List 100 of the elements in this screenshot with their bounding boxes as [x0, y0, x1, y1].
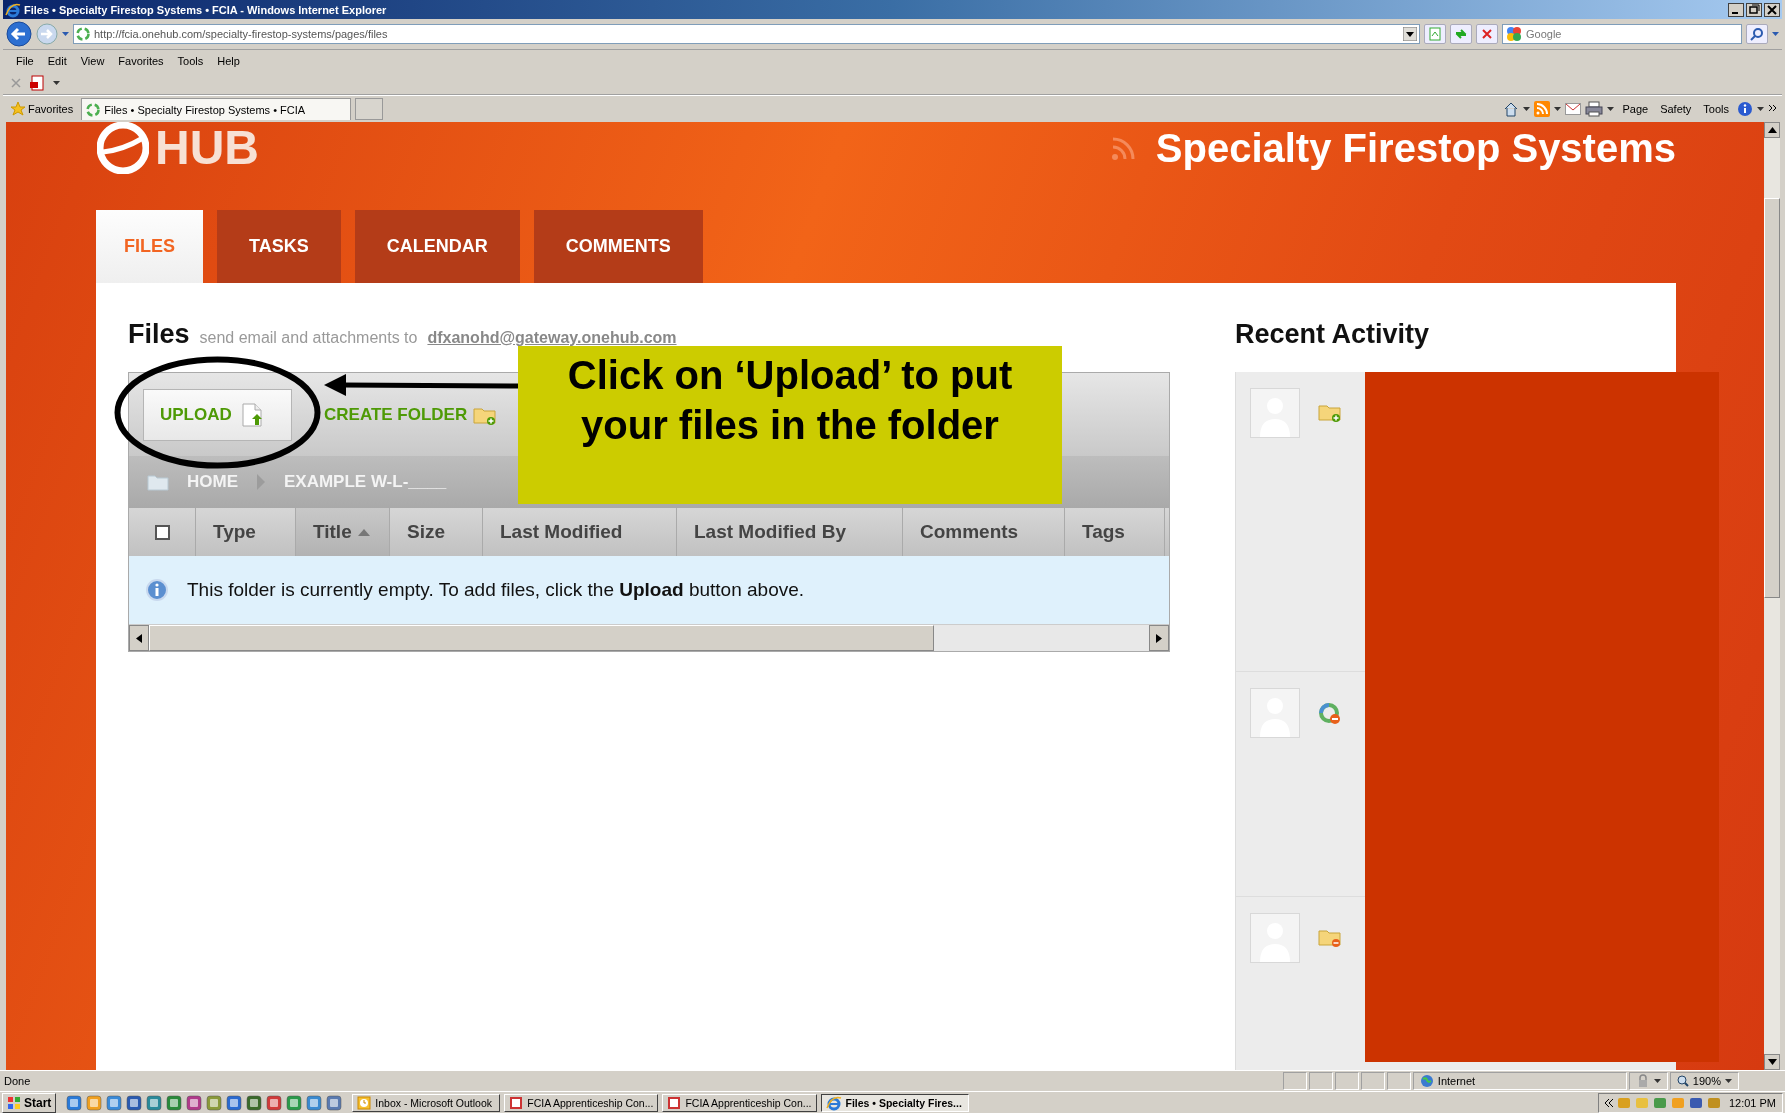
sort-ascending-icon	[357, 528, 370, 536]
help-icon[interactable]	[1737, 101, 1753, 117]
favorites-button[interactable]: Favorites	[7, 100, 78, 118]
taskbar-button[interactable]: FCIA Apprenticeship Con...	[504, 1093, 659, 1112]
search-provider-icon	[1506, 26, 1522, 42]
new-tab-button[interactable]	[355, 98, 384, 120]
zoom-button[interactable]: 190%	[1669, 1072, 1739, 1090]
empty-folder-message: This folder is currently empty. To add files, click the Upload button above.	[187, 579, 805, 601]
menu-item[interactable]: Edit	[40, 53, 74, 69]
program-icon[interactable]	[266, 1094, 283, 1111]
command-menu[interactable]: Tools	[1699, 101, 1733, 117]
program-icon[interactable]	[186, 1094, 203, 1111]
folder-add-icon	[1318, 402, 1342, 422]
program-icon[interactable]	[106, 1094, 123, 1111]
recent-pages-icon	[62, 32, 69, 36]
windows-flag-icon	[7, 1095, 21, 1110]
program-icon[interactable]	[86, 1094, 103, 1111]
clock: 12:01 PM	[1727, 1096, 1776, 1109]
globe-icon	[1419, 1074, 1434, 1088]
browser-icon	[825, 1094, 842, 1111]
callout-note: Click on ‘Upload’ to put your files in the folder	[518, 346, 1062, 504]
command-menu[interactable]: Safety	[1656, 101, 1696, 117]
program-icon[interactable]	[206, 1094, 223, 1111]
tray-icon[interactable]	[1688, 1095, 1703, 1110]
vertical-scrollbar[interactable]	[1764, 122, 1780, 1070]
scroll-up-icon	[1767, 127, 1777, 133]
print-icon[interactable]	[1585, 101, 1604, 117]
status-pane	[1308, 1072, 1333, 1090]
program-icon[interactable]	[146, 1094, 163, 1111]
stop-button[interactable]	[1476, 24, 1498, 44]
email-link[interactable]: dfxanohd@gateway.onehub.com	[427, 329, 677, 347]
tray-icon[interactable]	[1706, 1095, 1721, 1110]
program-icon[interactable]	[166, 1094, 183, 1111]
horizontal-scrollbar[interactable]	[129, 624, 1169, 651]
select-all-checkbox[interactable]	[154, 524, 170, 540]
start-button[interactable]: Start	[2, 1092, 57, 1113]
refresh-button[interactable]	[1450, 24, 1472, 44]
scroll-down-icon	[1767, 1059, 1777, 1065]
section-heading: Files	[128, 319, 190, 350]
section-heading: Recent Activity	[1235, 319, 1431, 351]
search-button[interactable]	[1746, 24, 1768, 44]
security-zone: Internet	[1412, 1072, 1627, 1090]
taskbar-button[interactable]: FCIA Apprenticeship Con...	[662, 1093, 817, 1112]
avatar-icon	[1250, 688, 1300, 738]
protected-mode-button[interactable]	[1628, 1072, 1668, 1090]
menu-item[interactable]: Help	[210, 53, 247, 69]
program-icon[interactable]	[226, 1094, 243, 1111]
address-field[interactable]: http://fcia.onehub.com/specialty-firestop-systems/pages/files	[73, 24, 1420, 44]
browser-icon	[5, 1, 21, 18]
nav-tab[interactable]: CALENDAR	[354, 210, 520, 283]
pdf-icon[interactable]	[29, 75, 45, 91]
status-pane	[1282, 1072, 1307, 1090]
menu-item[interactable]: File	[9, 53, 41, 69]
feed-icon[interactable]	[1534, 101, 1551, 117]
search-field[interactable]: Google	[1502, 24, 1742, 44]
logo-icon	[97, 122, 149, 174]
dropdown-icon[interactable]	[1403, 27, 1417, 41]
scroll-right-icon	[1156, 633, 1162, 643]
close-icon[interactable]	[1764, 2, 1780, 17]
forward-icon[interactable]	[36, 23, 58, 45]
document-icon	[667, 1095, 682, 1110]
tray-icon[interactable]	[1652, 1095, 1667, 1110]
program-icon[interactable]	[126, 1094, 143, 1111]
command-menu[interactable]: Page	[1618, 101, 1653, 117]
taskbar-button[interactable]: Files • Specialty Fires...	[820, 1093, 969, 1112]
search-options-icon	[1772, 32, 1779, 36]
program-icon[interactable]	[286, 1094, 303, 1111]
page-view-icon	[1428, 27, 1442, 41]
caret-icon	[1653, 1079, 1661, 1083]
scroll-left-icon	[136, 633, 142, 643]
chevron-icon[interactable]	[1768, 104, 1778, 114]
menu-item[interactable]: Tools	[170, 53, 211, 69]
avatar-icon	[1250, 913, 1300, 963]
program-icon[interactable]	[66, 1094, 83, 1111]
back-icon[interactable]	[6, 21, 32, 47]
folder-icon	[147, 473, 169, 491]
email-hint: send email and attachments to	[199, 329, 418, 347]
expand-tray-icon[interactable]	[1604, 1098, 1613, 1107]
minimize-icon[interactable]	[1728, 2, 1744, 17]
nav-tab[interactable]: COMMENTS	[533, 210, 703, 283]
program-icon[interactable]	[326, 1094, 343, 1111]
caret-icon	[53, 81, 60, 85]
taskbar-button[interactable]: Inbox - Microsoft Outlook	[352, 1093, 501, 1112]
caret-icon	[1725, 1079, 1732, 1083]
sync-remove-icon	[1318, 702, 1342, 726]
status-text: Done	[4, 1075, 32, 1087]
restore-icon[interactable]	[1746, 2, 1762, 17]
column-header[interactable]: Title	[296, 508, 390, 556]
menu-item[interactable]: View	[73, 53, 112, 69]
status-pane	[1386, 1072, 1411, 1090]
home-icon[interactable]	[1503, 101, 1520, 117]
nav-tab[interactable]: TASKS	[217, 210, 341, 283]
caret-icon	[1554, 107, 1562, 111]
program-icon[interactable]	[306, 1094, 323, 1111]
program-icon[interactable]	[246, 1094, 263, 1111]
mail-icon[interactable]	[1565, 103, 1582, 115]
caret-icon	[1757, 107, 1764, 111]
browser-tab[interactable]: Files • Specialty Firestop Systems • FCIA	[81, 98, 352, 120]
compatibility-button[interactable]	[1424, 24, 1446, 44]
menu-item[interactable]: Favorites	[111, 53, 171, 69]
